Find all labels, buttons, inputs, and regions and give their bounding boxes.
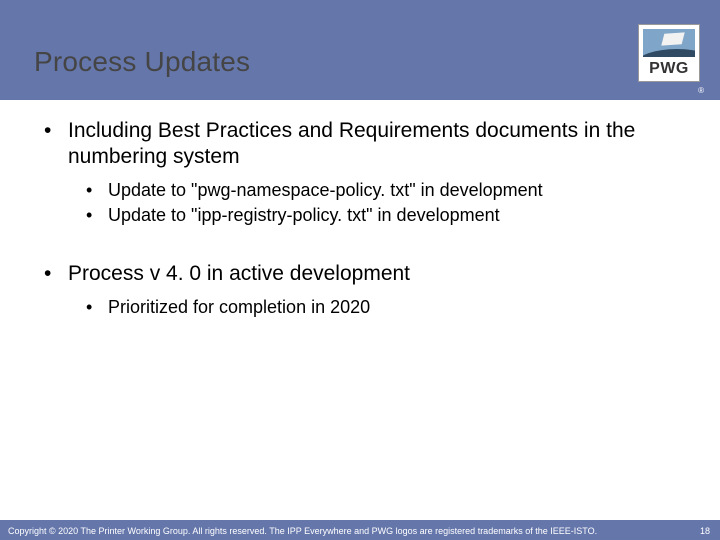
bullet-text: Including Best Practices and Requirement… <box>68 119 635 168</box>
sub-bullet-item: Prioritized for completion in 2020 <box>84 296 690 319</box>
slide-content: Including Best Practices and Requirement… <box>30 118 690 325</box>
page-number: 18 <box>700 526 710 536</box>
page-title: Process Updates <box>34 46 250 78</box>
trademark-symbol: ® <box>698 86 704 95</box>
footer-bar: Copyright © 2020 The Printer Working Gro… <box>0 520 720 540</box>
logo-graphic <box>643 29 695 57</box>
sub-bullet-item: Update to "ipp-registry-policy. txt" in … <box>84 204 690 227</box>
logo-text: PWG <box>639 60 699 78</box>
bullet-item: Process v 4. 0 in active development Pri… <box>40 261 690 319</box>
slide: Process Updates PWG ® Including Best Pra… <box>0 0 720 540</box>
header-bar: Process Updates PWG ® <box>0 0 720 100</box>
copyright-text: Copyright © 2020 The Printer Working Gro… <box>8 526 597 536</box>
bullet-item: Including Best Practices and Requirement… <box>40 118 690 227</box>
sub-bullet-item: Update to "pwg-namespace-policy. txt" in… <box>84 179 690 202</box>
pwg-logo: PWG <box>638 24 700 82</box>
bullet-text: Process v 4. 0 in active development <box>68 262 410 285</box>
